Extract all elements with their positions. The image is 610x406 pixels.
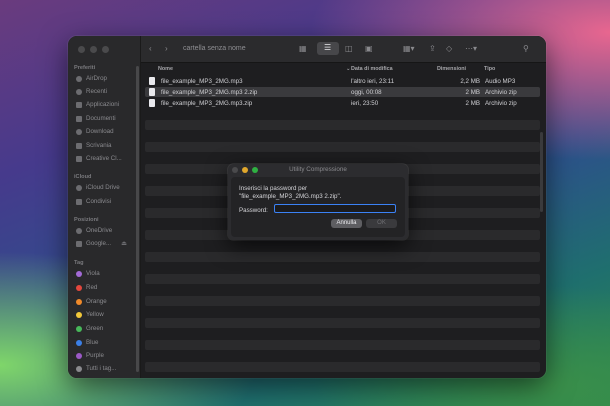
tag-color-icon [76,298,82,305]
zoom-window-button[interactable] [102,46,109,53]
sidebar-tag[interactable]: Yellow [76,311,104,318]
column-header: Nome ⌄ Data di modifica Dimensioni Tipo [141,63,546,75]
airdrop-icon [76,75,82,82]
ok-button[interactable]: OK [366,219,397,228]
list-view-icon: ☰ [324,43,332,52]
sidebar-section-icloud: iCloud [74,174,92,180]
sidebar-tag[interactable]: Orange [76,298,107,305]
sidebar-item-google-drive[interactable]: Google... ⏏ [76,240,127,247]
sidebar-section-favorites: Preferiti [74,65,96,71]
list-view-button[interactable]: ☰ [317,42,339,55]
sidebar-item-recents[interactable]: Recenti [76,88,107,95]
tag-color-icon [76,325,82,332]
sidebar: Preferiti AirDrop Recenti Applicazioni D… [68,36,141,378]
zip-file-icon [149,88,155,96]
file-icon [149,77,155,85]
drive-icon [76,240,82,247]
sidebar-tag[interactable]: Red [76,284,97,291]
column-view-icon[interactable]: ◫ [345,44,353,54]
sidebar-item-creative-cloud[interactable]: Creative Cl... [76,155,122,162]
tag-icon[interactable]: ◇ [446,44,452,54]
sidebar-item-documents[interactable]: Documenti [76,115,116,122]
search-icon[interactable]: ⚲ [523,44,529,54]
cancel-button[interactable]: Annulla [331,219,362,228]
empty-row [145,120,540,130]
sidebar-item-downloads[interactable]: Download [76,128,114,135]
empty-row [145,362,540,372]
shared-folder-icon [76,198,82,205]
sidebar-item-icloud-drive[interactable]: iCloud Drive [76,184,120,191]
empty-row [145,340,540,350]
empty-row [145,274,540,284]
table-row[interactable]: file_example_MP3_2MG.mp3 2.zip oggi, 00:… [145,87,540,97]
sidebar-item-airdrop[interactable]: AirDrop [76,75,107,82]
clock-icon [76,88,82,95]
zip-file-icon [149,99,155,107]
sidebar-tag[interactable]: Blue [76,339,98,346]
sidebar-item-desktop[interactable]: Scrivania [76,142,111,149]
tag-color-icon [76,352,82,359]
window-controls [78,46,109,53]
tag-color-icon [76,270,82,277]
applications-icon [76,101,82,108]
sidebar-section-locations: Posizioni [74,217,99,223]
password-input[interactable] [274,204,396,213]
tag-color-icon [76,311,82,318]
empty-row [145,252,540,262]
dialog-title: Utility Compressione [289,166,347,173]
empty-row [145,296,540,306]
sidebar-item-shared[interactable]: Condivisi [76,198,111,205]
tag-color-icon [76,339,82,346]
cloud-icon [76,184,82,191]
dialog-panel: Inserisci la password per "file_example_… [231,177,405,237]
sidebar-item-onedrive[interactable]: OneDrive [76,227,112,234]
chevron-down-icon: ⌄ [346,66,351,72]
chevron-left-icon[interactable]: ‹ [149,44,152,54]
group-icon[interactable]: ▦▾ [403,44,415,54]
tag-color-icon [76,365,82,372]
password-label: Password: [239,207,268,214]
sidebar-tag[interactable]: Purple [76,352,104,359]
close-window-button[interactable] [78,46,85,53]
sidebar-tag[interactable]: Viola [76,270,100,277]
desktop-icon [76,142,82,149]
sidebar-tag[interactable]: Green [76,325,103,332]
password-dialog: Utility Compressione Inserisci la passwo… [228,164,408,240]
sidebar-item-applications[interactable]: Applicazioni [76,101,119,108]
sidebar-all-tags[interactable]: Tutti i tag... [76,365,116,372]
list-scrollbar[interactable] [540,132,543,212]
column-date[interactable]: Data di modifica [351,66,393,72]
table-row[interactable]: file_example_MP3_2MG.mp3.zip ieri, 23:50… [145,98,540,108]
gallery-view-icon[interactable]: ▣ [365,44,373,54]
minimize-window-button[interactable] [90,46,97,53]
download-icon [76,128,82,135]
column-kind[interactable]: Tipo [484,66,495,72]
empty-row [145,142,540,152]
sidebar-scrollbar[interactable] [136,66,139,372]
cloud-icon [76,227,82,234]
empty-row [145,318,540,328]
document-icon [76,115,82,122]
chevron-right-icon[interactable]: › [165,44,168,54]
sidebar-section-tags: Tag [74,260,84,266]
table-row[interactable]: file_example_MP3_2MG.mp3 l'altro ieri, 2… [145,76,540,86]
eject-icon[interactable]: ⏏ [121,240,127,247]
column-size[interactable]: Dimensioni [437,66,466,72]
more-actions-icon[interactable]: ⋯▾ [465,44,477,54]
dialog-message: Inserisci la password per "file_example_… [239,185,342,200]
tag-color-icon [76,284,82,291]
window-title: cartella senza nome [183,45,246,52]
folder-icon [76,155,82,162]
grid-view-icon[interactable]: ▦ [299,44,307,54]
toolbar: ‹ › cartella senza nome ▦ ☰ ◫ ▣ ▦▾ ⇪ ◇ ⋯… [141,36,546,63]
column-name[interactable]: Nome [158,66,173,72]
share-icon[interactable]: ⇪ [429,44,436,54]
